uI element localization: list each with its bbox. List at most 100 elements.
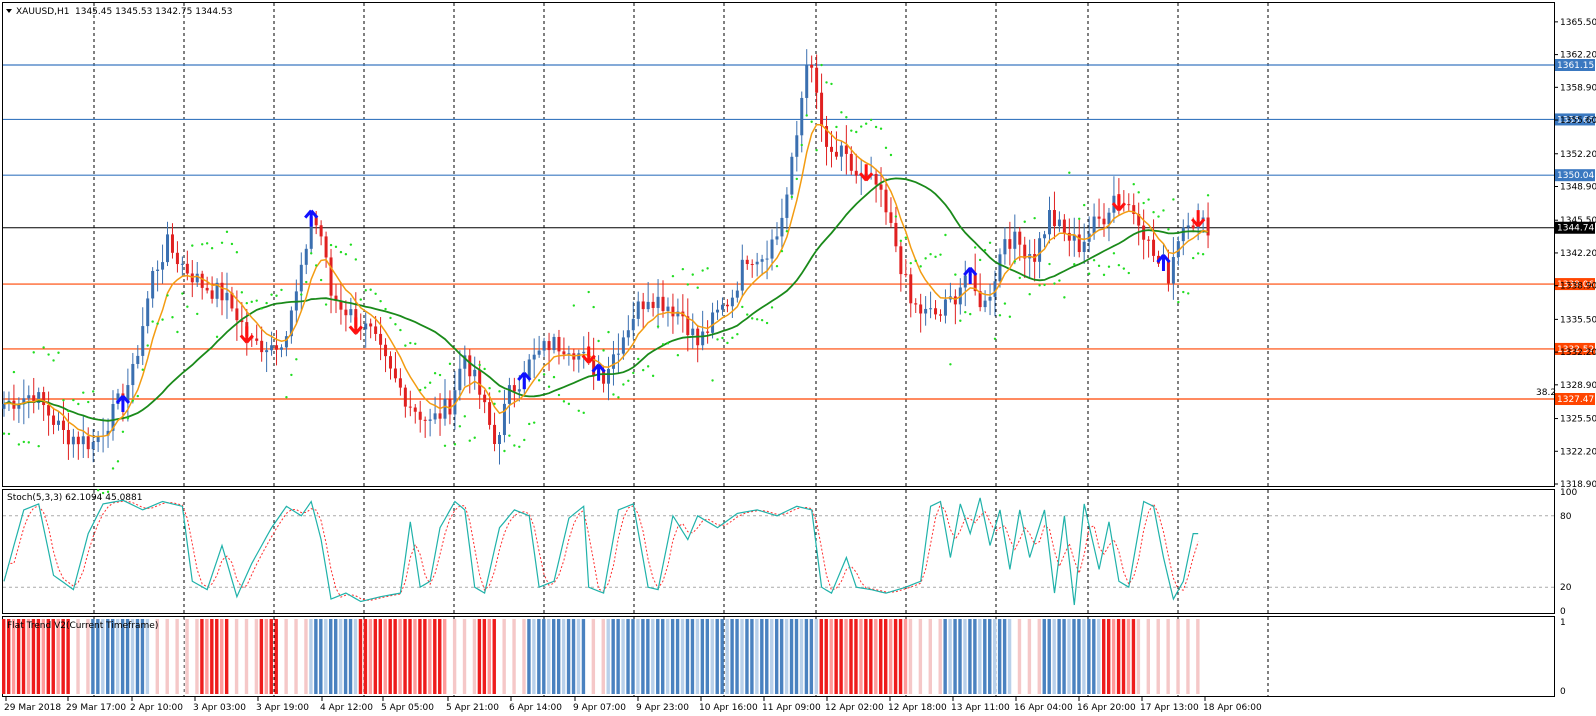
time-label: 16 Apr 20:00 — [1077, 703, 1136, 713]
time-label: 3 Apr 03:00 — [193, 703, 246, 713]
flattrend-bar — [462, 619, 467, 694]
sar-dot — [72, 398, 75, 402]
flattrend-bar — [1171, 619, 1175, 694]
sar-dot — [889, 153, 893, 157]
flattrend-bar — [195, 619, 199, 694]
candle-body — [265, 350, 269, 353]
flattrend-bar — [457, 619, 462, 694]
flattrend-bar — [1186, 619, 1190, 694]
price-tick-label: 1352.20 — [1560, 150, 1596, 160]
flattrend-bar — [581, 619, 586, 694]
candle-body — [1166, 261, 1170, 284]
price-panel[interactable] — [2, 2, 1555, 487]
flattrend-bar — [680, 619, 685, 694]
sar-dot — [790, 195, 794, 199]
flattrend-bar — [319, 619, 323, 694]
trading-chart[interactable]: 1361.151355.661350.041339.061332.521327.… — [0, 0, 1596, 716]
candle-body — [854, 170, 858, 176]
candle-body — [1181, 227, 1185, 242]
sar-dot — [661, 343, 665, 346]
sar-dot — [552, 375, 556, 379]
flattrend-bar — [353, 619, 358, 694]
flattrend-bar — [205, 619, 209, 694]
flattrend-bar — [1007, 619, 1012, 694]
candle-body — [547, 341, 551, 351]
flattrend-bar — [561, 619, 566, 694]
flattrend-bar — [586, 619, 591, 694]
sar-dot — [909, 261, 912, 265]
sar-dot — [334, 245, 338, 249]
stoch-panel[interactable] — [2, 489, 1555, 614]
sar-dot — [1058, 279, 1061, 282]
flattrend-bar — [750, 619, 754, 694]
candle-body — [943, 299, 947, 316]
candle-body — [805, 64, 809, 98]
flattrend-bar — [566, 619, 571, 694]
time-label: 9 Apr 23:00 — [636, 703, 689, 713]
candle-body — [161, 262, 165, 270]
candle-body — [1142, 225, 1146, 240]
flattrend-bar — [542, 619, 546, 694]
candle-body — [1062, 219, 1066, 233]
candle-body — [349, 309, 353, 316]
flattrend-bar — [487, 619, 491, 694]
sar-dot — [998, 314, 1002, 317]
flattrend-bar — [378, 619, 382, 694]
sar-dot — [1182, 290, 1185, 294]
candle-body — [200, 273, 204, 288]
flattrend-bar — [200, 619, 204, 694]
flattrend-bar — [274, 619, 278, 694]
sar-dot — [1196, 252, 1200, 255]
flattrend-bar — [1027, 619, 1032, 694]
sar-dot — [270, 293, 273, 296]
sar-dot — [205, 242, 209, 245]
candle-body — [170, 234, 174, 253]
price-tick-label: 1338.90 — [1560, 282, 1596, 292]
candle-body — [473, 369, 477, 377]
candle-body — [270, 345, 274, 351]
price-tick-label: 1365.50 — [1560, 18, 1596, 28]
flattrend-bar — [408, 619, 412, 694]
sar-dot — [518, 445, 521, 448]
candle-body — [1152, 239, 1156, 256]
flattrend-bar — [1141, 619, 1146, 694]
sar-dot — [1127, 271, 1130, 275]
sar-dot — [795, 177, 798, 181]
flattrend-bar — [388, 619, 392, 694]
flattrend-bar — [447, 619, 452, 694]
candle-body — [1082, 241, 1086, 253]
candle-body — [1057, 219, 1061, 227]
flattrend-bar — [1116, 619, 1121, 694]
flattrend-bar — [1082, 619, 1086, 694]
sar-dot — [835, 125, 838, 129]
flattrend-bar — [651, 619, 655, 694]
sar-dot — [1192, 256, 1195, 260]
sar-dot — [627, 379, 630, 382]
price-tick-label: 1342.20 — [1560, 249, 1596, 259]
flattrend-bar — [646, 619, 650, 694]
level-price-label: 1327.47 — [1557, 395, 1594, 405]
candle-body — [324, 236, 328, 258]
sar-dot — [186, 305, 189, 308]
sar-dot — [1201, 252, 1205, 256]
sar-dot — [577, 409, 580, 412]
candle-body — [166, 234, 170, 263]
sar-dot — [1167, 228, 1170, 231]
sar-dot — [939, 253, 942, 256]
sar-dot — [161, 318, 164, 321]
sar-dot — [587, 290, 590, 294]
flattrend-bar — [958, 619, 962, 694]
sar-dot — [498, 390, 501, 393]
candle-body — [720, 304, 724, 310]
sar-dot — [929, 253, 932, 256]
sar-dot — [77, 402, 80, 406]
sar-dot — [111, 467, 115, 470]
candle-body — [498, 434, 501, 445]
time-label: 9 Apr 07:00 — [573, 703, 626, 713]
candle-body — [800, 97, 804, 136]
flattrend-bar — [2, 619, 6, 694]
flattrend-bar — [329, 619, 333, 694]
candle-body — [275, 345, 279, 350]
flattrend-bar — [755, 619, 759, 694]
sar-dot — [830, 82, 833, 86]
